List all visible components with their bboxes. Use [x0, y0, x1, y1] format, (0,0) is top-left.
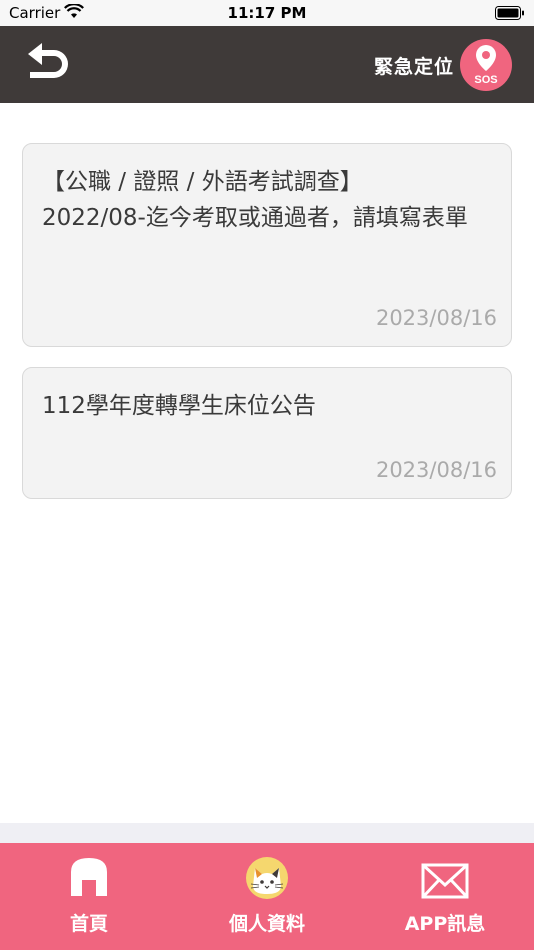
- tab-profile[interactable]: 個人資料: [178, 843, 356, 950]
- announcement-date: 2023/08/16: [375, 306, 497, 330]
- announcement-title: 【公職 / 證照 / 外語考試調查】 2022/08-迄今考取或通過者，請填寫表…: [42, 169, 468, 231]
- header-bar: 緊急定位 SOS: [0, 26, 534, 103]
- mail-icon: [421, 863, 469, 899]
- sos-label: 緊急定位: [373, 56, 454, 78]
- announcement-card[interactable]: 112學年度轉學生床位公告 2023/08/16: [22, 367, 512, 499]
- announcement-date: 2023/08/16: [375, 458, 497, 482]
- sos-button[interactable]: SOS: [460, 39, 512, 91]
- tab-bar: 首頁 個人資料 APP訊息: [0, 843, 534, 950]
- status-time: 11:17 PM: [227, 4, 307, 22]
- undo-arrow-icon: [28, 43, 68, 78]
- sos-badge-text: SOS: [474, 74, 497, 86]
- status-bar: Carrier 11:17 PM: [0, 0, 534, 26]
- announcement-card[interactable]: 【公職 / 證照 / 外語考試調查】 2022/08-迄今考取或通過者，請填寫表…: [22, 143, 512, 347]
- home-icon: [71, 858, 107, 896]
- tab-profile-label: 個人資料: [228, 913, 305, 935]
- tab-messages-label: APP訊息: [404, 913, 486, 935]
- cat-avatar-icon: [246, 857, 288, 899]
- tab-messages[interactable]: APP訊息: [356, 843, 534, 950]
- back-button[interactable]: [20, 40, 80, 90]
- announcement-title: 112學年度轉學生床位公告: [42, 393, 316, 419]
- tab-home-label: 首頁: [69, 913, 108, 935]
- location-pin-icon: SOS: [474, 45, 498, 86]
- content-divider: [0, 823, 534, 843]
- battery-icon: [495, 6, 525, 24]
- tab-home[interactable]: 首頁: [0, 843, 178, 950]
- announcement-list: 【公職 / 證照 / 外語考試調查】 2022/08-迄今考取或通過者，請填寫表…: [0, 103, 534, 823]
